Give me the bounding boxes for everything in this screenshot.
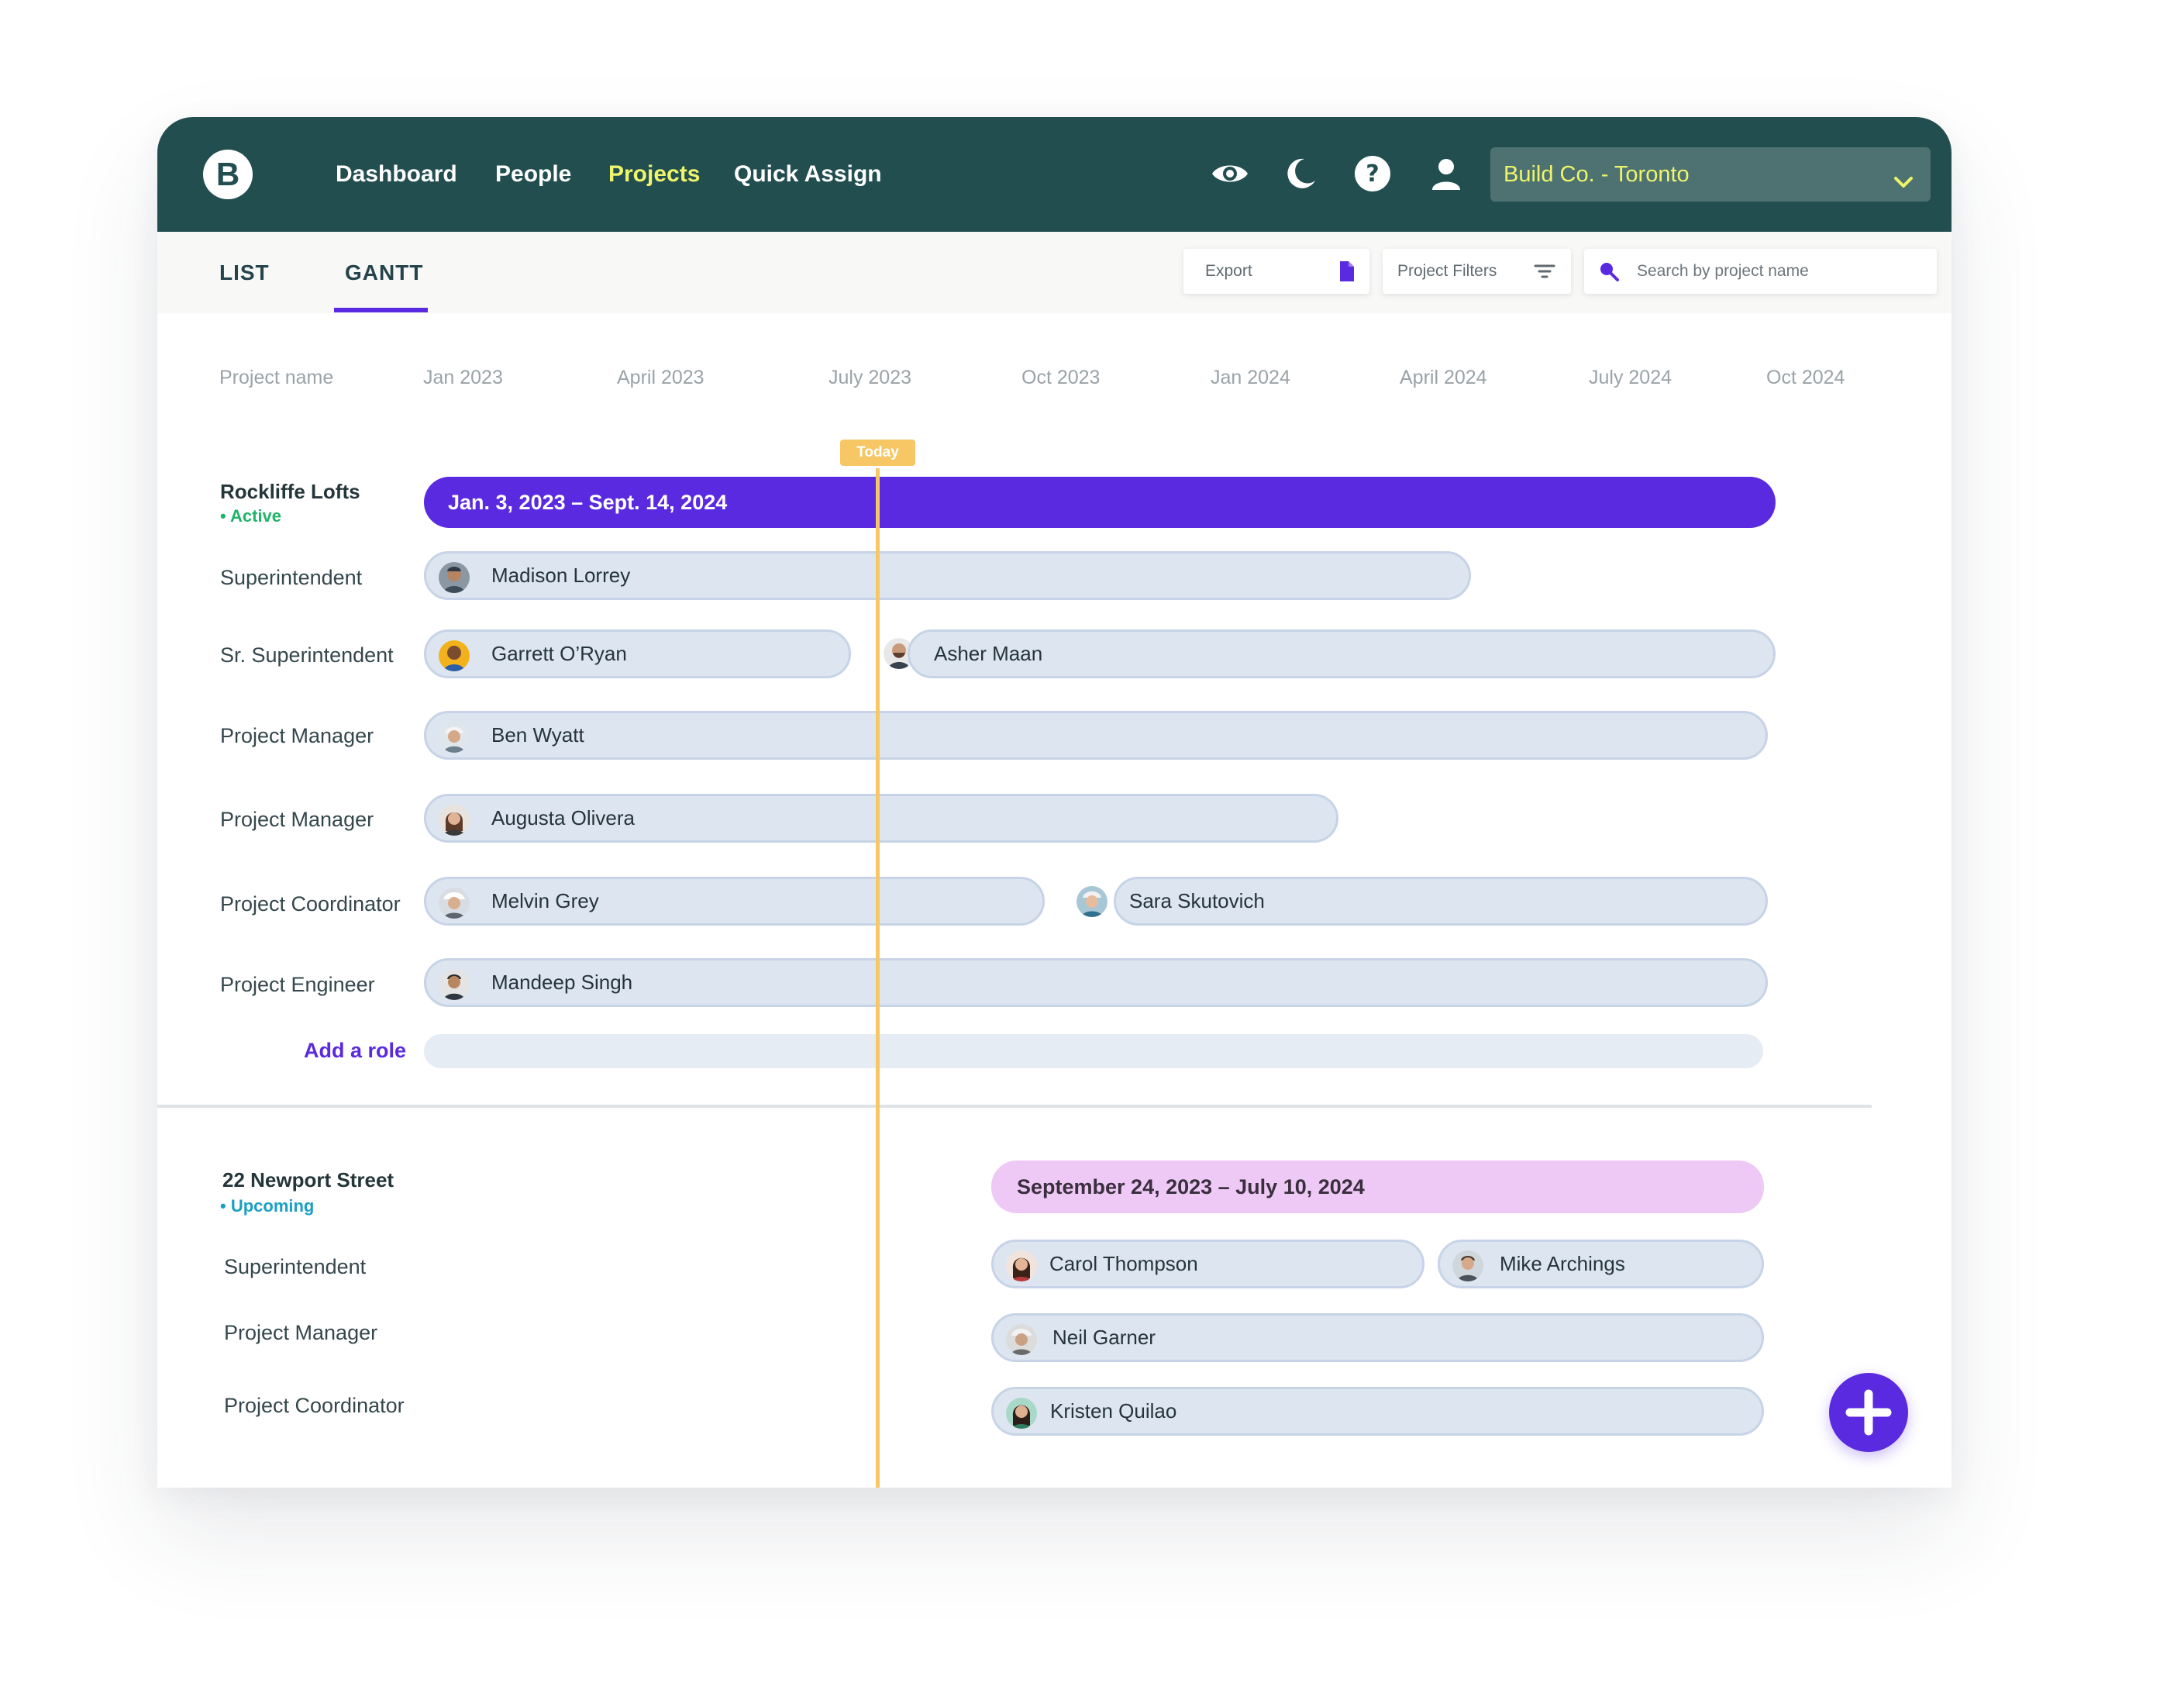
assignment-bar[interactable]: Asher Maan <box>908 629 1776 678</box>
filter-icon <box>1532 259 1557 284</box>
role-label: Project Coordinator <box>220 892 401 916</box>
project-divider <box>157 1105 1872 1108</box>
active-tab-indicator <box>334 308 428 312</box>
project-date-range: September 24, 2023 – July 10, 2024 <box>1017 1175 1365 1198</box>
assignment-bar[interactable]: Kristen Quilao <box>991 1387 1764 1436</box>
avatar <box>439 722 470 753</box>
svg-text:?: ? <box>1366 160 1379 188</box>
person-name: Asher Maan <box>934 642 1043 665</box>
month-label: April 2024 <box>1400 367 1487 388</box>
assignment-bar[interactable]: Madison Lorrey <box>424 551 1471 600</box>
user-icon[interactable] <box>1424 152 1468 195</box>
status-badge: • Upcoming <box>220 1196 315 1216</box>
role-label: Sr. Superintendent <box>220 643 394 667</box>
add-role-button[interactable]: Add a role <box>304 1039 406 1063</box>
avatar <box>1006 1324 1037 1355</box>
project-date-range: Jan. 3, 2023 – Sept. 14, 2024 <box>448 491 728 514</box>
assignment-bar[interactable]: Neil Garner <box>991 1313 1764 1362</box>
search-input[interactable]: Search by project name <box>1584 249 1937 294</box>
today-label: Today <box>840 440 915 466</box>
person-name: Mike Archings <box>1500 1252 1625 1275</box>
month-label: July 2023 <box>828 367 912 388</box>
avatar <box>439 640 470 671</box>
person-name: Augusta Olivera <box>491 806 635 829</box>
assignment-bar[interactable]: Augusta Olivera <box>424 794 1338 843</box>
moon-icon[interactable] <box>1279 152 1322 195</box>
assignment-bar[interactable]: Sara Skutovich <box>1114 877 1768 926</box>
tab-gantt[interactable]: GANTT <box>345 232 423 313</box>
person-name: Carol Thompson <box>1049 1252 1198 1275</box>
person-name: Garrett O’Ryan <box>491 642 627 665</box>
app-logo[interactable]: B <box>203 150 253 199</box>
help-icon[interactable]: ? <box>1351 152 1394 195</box>
assignment-bar[interactable]: Carol Thompson <box>991 1240 1424 1288</box>
avatar <box>1076 886 1108 917</box>
top-navigation-bar: B Dashboard People Projects Quick Assign… <box>157 117 1951 232</box>
export-button[interactable]: Export <box>1183 249 1369 294</box>
avatar <box>1006 1398 1037 1429</box>
person-name: Melvin Grey <box>491 889 599 912</box>
export-label: Export <box>1205 262 1252 280</box>
role-label: Superintendent <box>224 1255 367 1278</box>
company-select-value: Build Co. - Toronto <box>1504 162 1690 187</box>
tab-list[interactable]: LIST <box>219 232 270 313</box>
person-name: Madison Lorrey <box>491 564 631 587</box>
search-icon <box>1597 259 1621 284</box>
avatar <box>1452 1250 1483 1281</box>
person-name: Neil Garner <box>1052 1326 1156 1349</box>
app-window: B Dashboard People Projects Quick Assign… <box>157 117 1951 1488</box>
document-icon <box>1334 259 1359 284</box>
search-placeholder: Search by project name <box>1637 262 1809 280</box>
nav-people[interactable]: People <box>495 117 571 232</box>
nav-projects[interactable]: Projects <box>608 117 700 232</box>
company-select[interactable]: Build Co. - Toronto <box>1490 147 1931 202</box>
avatar <box>439 805 470 836</box>
avatar <box>439 562 470 593</box>
assignment-bar[interactable]: Mandeep Singh <box>424 958 1768 1007</box>
chevron-down-icon <box>1890 161 1917 188</box>
project-date-bar[interactable]: September 24, 2023 – July 10, 2024 <box>991 1161 1764 1213</box>
nav-quick-assign[interactable]: Quick Assign <box>734 117 882 232</box>
project-name[interactable]: Rockliffe Lofts <box>220 480 360 504</box>
eye-icon[interactable] <box>1208 152 1252 195</box>
project-date-bar[interactable]: Jan. 3, 2023 – Sept. 14, 2024 <box>424 477 1776 528</box>
status-badge: • Active <box>220 506 282 526</box>
nav-dashboard[interactable]: Dashboard <box>336 117 457 232</box>
assignment-bar[interactable]: Melvin Grey <box>424 877 1045 926</box>
role-label: Project Manager <box>220 808 374 831</box>
column-header-project-name: Project name <box>219 367 334 388</box>
role-label: Project Manager <box>224 1321 378 1344</box>
person-name: Kristen Quilao <box>1050 1399 1177 1423</box>
plus-icon <box>1845 1389 1892 1436</box>
today-line <box>876 468 880 1488</box>
add-button[interactable] <box>1829 1373 1908 1452</box>
avatar <box>439 888 470 919</box>
role-label: Project Engineer <box>220 973 375 996</box>
month-label: Jan 2024 <box>1211 367 1290 388</box>
assignment-bar[interactable]: Mike Archings <box>1438 1240 1764 1288</box>
avatar <box>1006 1250 1037 1281</box>
month-label: April 2023 <box>617 367 704 388</box>
avatar <box>439 969 470 1000</box>
assignment-bar[interactable]: Garrett O’Ryan <box>424 629 851 678</box>
person-name: Ben Wyatt <box>491 723 584 747</box>
role-label: Superintendent <box>220 566 363 589</box>
project-filters-label: Project Filters <box>1397 262 1497 280</box>
month-label: July 2024 <box>1589 367 1672 388</box>
role-label: Project Coordinator <box>224 1394 405 1417</box>
project-filters-button[interactable]: Project Filters <box>1383 249 1571 294</box>
assignment-bar[interactable]: Ben Wyatt <box>424 711 1768 760</box>
person-name: Sara Skutovich <box>1129 889 1265 912</box>
project-name[interactable]: 22 Newport Street <box>222 1168 394 1192</box>
person-name: Mandeep Singh <box>491 971 633 994</box>
month-label: Oct 2024 <box>1766 367 1845 388</box>
month-label: Oct 2023 <box>1021 367 1101 388</box>
month-label: Jan 2023 <box>423 367 503 388</box>
role-label: Project Manager <box>220 724 374 747</box>
empty-role-track <box>424 1034 1763 1068</box>
